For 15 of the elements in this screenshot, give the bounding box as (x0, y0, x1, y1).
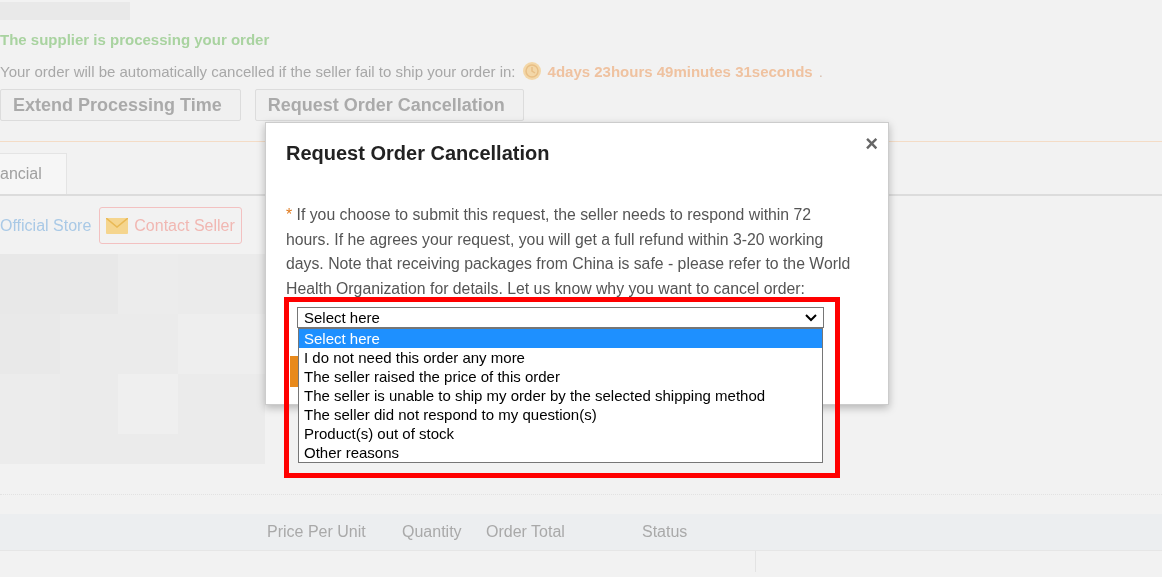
reason-select[interactable]: Select here (297, 307, 824, 328)
close-button[interactable]: × (865, 131, 878, 157)
column-header: Order Total (486, 523, 565, 540)
period: . (818, 62, 823, 80)
clock-icon (521, 61, 542, 81)
cancel-note: * If you choose to submit this request, the seller needs to respond within 72 hours. If he agrees your request, you will get a full refund within 3-20 working days. Note that receiving packages from China is safe - please refer to the World Health Organization for details. Let us know why you want to cancel order: (286, 205, 852, 299)
column-header: Price Per Unit (267, 523, 366, 540)
column-header: Quantity (402, 523, 462, 540)
envelope-icon (106, 217, 129, 234)
order-status: The supplier is processing your order (0, 31, 271, 49)
countdown: 4days 23hours 49minutes 31seconds (547, 62, 813, 80)
dialog-title: Request Order Cancellation (286, 142, 551, 165)
cancel-notice: Your order will be automatically cancelled if the seller fail to ship your order in: (0, 62, 516, 80)
column-header: Status (642, 523, 688, 540)
submit-button[interactable] (290, 356, 298, 387)
